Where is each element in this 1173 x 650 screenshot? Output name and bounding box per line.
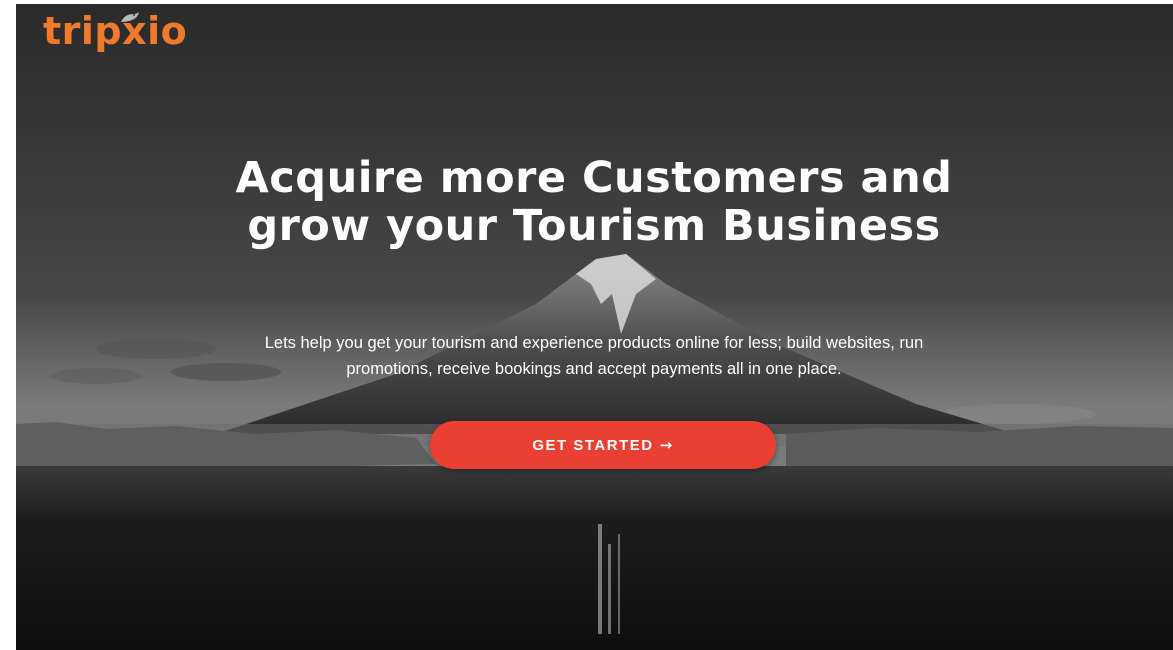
brand-name: tripxio [43,9,188,53]
mountain-lake-background [16,4,1173,650]
get-started-label: GET STARTED [532,436,654,454]
bird-icon [121,12,139,22]
hero-section: tripxio Acquire more Customers and grow … [16,4,1173,650]
hero-subtext: Lets help you get your tourism and exper… [264,334,924,378]
arrow-right-icon: → [659,436,674,454]
brand-logo[interactable]: tripxio [43,12,187,50]
get-started-button[interactable]: GET STARTED → [430,421,776,469]
page: tripxio Acquire more Customers and grow … [0,0,1173,650]
hero-headline: Acquire more Customers and grow your Tou… [235,153,953,251]
